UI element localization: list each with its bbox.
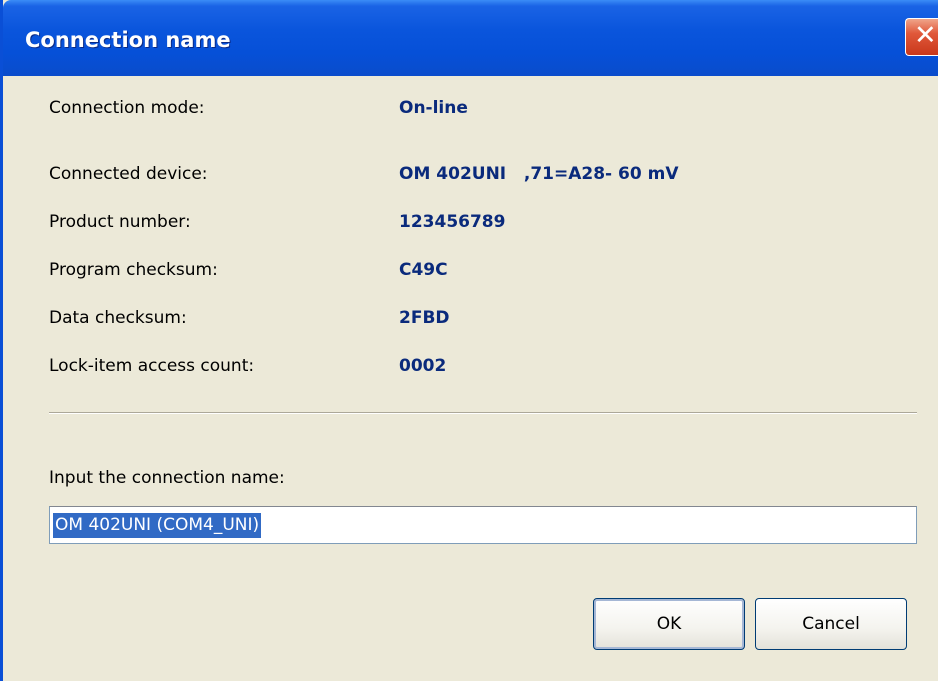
info-value: 0002 — [399, 356, 447, 376]
title-bar[interactable]: Connection name ✕ — [3, 0, 938, 76]
info-label: Connected device: — [49, 164, 208, 184]
info-row-program-checksum: Program checksum: C49C — [49, 260, 909, 290]
separator — [49, 412, 917, 414]
info-row-product-number: Product number: 123456789 — [49, 212, 909, 242]
info-row-lock-item-count: Lock-item access count: 0002 — [49, 356, 909, 386]
cancel-button[interactable]: Cancel — [755, 598, 907, 650]
connection-name-input[interactable]: OM 402UNI (COM4_UNI) — [49, 506, 917, 544]
connection-name-value: OM 402UNI (COM4_UNI) — [53, 513, 262, 538]
close-icon: ✕ — [914, 20, 937, 51]
info-label: Product number: — [49, 212, 191, 232]
dialog-window: Connection name ✕ Connection mode: On-li… — [0, 0, 938, 681]
info-row-data-checksum: Data checksum: 2FBD — [49, 308, 909, 338]
info-value: OM 402UNI ,71=A28- 60 mV — [399, 164, 679, 184]
ok-button[interactable]: OK — [593, 598, 745, 650]
close-button[interactable]: ✕ — [905, 18, 938, 56]
info-value: 123456789 — [399, 212, 506, 232]
info-label: Connection mode: — [49, 98, 205, 118]
window-title: Connection name — [25, 28, 231, 52]
info-label: Lock-item access count: — [49, 356, 255, 376]
info-label: Program checksum: — [49, 260, 218, 280]
info-row-connection-mode: Connection mode: On-line — [49, 98, 909, 128]
info-value: On-line — [399, 98, 468, 118]
info-label: Data checksum: — [49, 308, 187, 328]
connection-name-label: Input the connection name: — [49, 468, 285, 488]
info-value: C49C — [399, 260, 448, 280]
info-value: 2FBD — [399, 308, 450, 328]
info-row-connected-device: Connected device: OM 402UNI ,71=A28- 60 … — [49, 164, 909, 194]
